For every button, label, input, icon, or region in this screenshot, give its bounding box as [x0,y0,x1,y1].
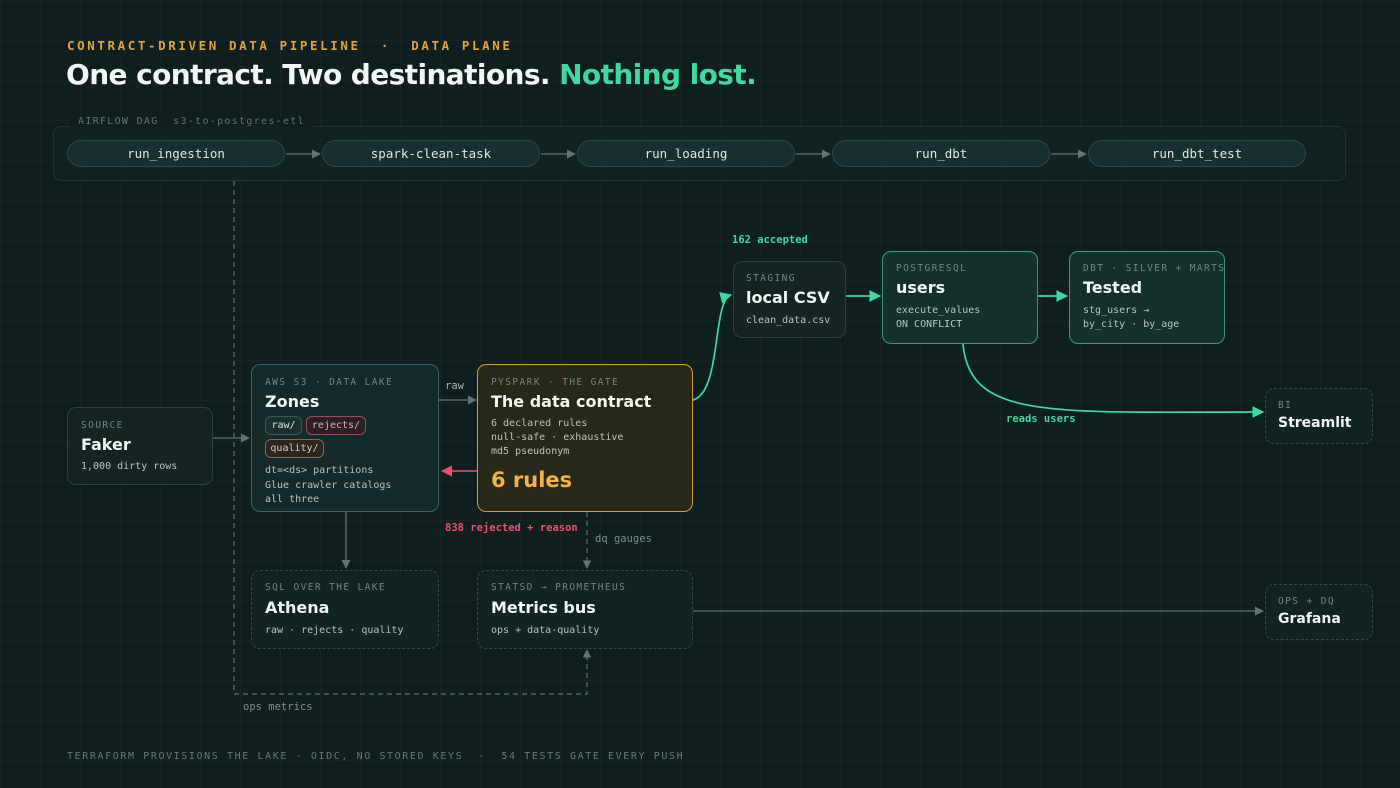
s3-desc-1: dt=<ds> partitions [265,465,374,476]
postgres-kicker: POSTGRESQL [896,263,968,274]
athena-title: Athena [265,598,330,617]
postgres-node[interactable]: POSTGRESQL users execute_values ON CONFL… [882,251,1038,344]
reads-users-label: reads users [1006,413,1076,425]
gate-desc-3: md5 pseudonym [491,446,570,457]
dbt-title: Tested [1083,278,1143,297]
dbt-desc-2: by_city · by_age [1083,319,1180,330]
s3-kicker: AWS S3 · DATA LAKE [265,377,394,388]
footer-note: TERRAFORM PROVISIONS THE LAKE · OIDC, NO… [67,751,685,762]
grafana-kicker: OPS + DQ [1278,596,1335,607]
grafana-title: Grafana [1278,611,1341,627]
dq-gauges-label: dq gauges [595,533,652,545]
s3-title: Zones [265,392,320,411]
bi-kicker: BI [1278,400,1293,411]
metrics-bus-node[interactable]: STATSD → PROMETHEUS Metrics bus ops + da… [477,570,693,649]
athena-desc: raw · rejects · quality [265,625,404,636]
staging-title: local CSV [746,288,830,307]
s3-desc-2: Glue crawler catalogs [265,480,392,491]
accepted-label: 162 accepted [732,234,808,246]
rejected-label: 838 rejected + reason [445,522,578,534]
staging-kicker: STAGING [746,273,796,284]
postgres-desc-1: execute_values [896,305,981,316]
metrics-desc: ops + data-quality [491,625,600,636]
s3-desc-3: all three [265,494,320,505]
athena-kicker: SQL OVER THE LAKE [265,582,387,593]
source-title: Faker [81,435,131,454]
raw-label: raw [445,380,464,392]
source-desc: 1,000 dirty rows [81,461,178,472]
source-node[interactable]: SOURCE Faker 1,000 dirty rows [67,407,213,485]
connector-layer [213,149,1265,695]
dbt-desc-1: stg_users → [1083,305,1150,316]
gate-title: The data contract [491,392,652,411]
grafana-node[interactable]: OPS + DQ Grafana [1265,584,1373,640]
dbt-node[interactable]: DBT · SILVER + MARTS Tested stg_users → … [1069,251,1225,344]
streamlit-node[interactable]: BI Streamlit [1265,388,1373,444]
chip-raw: raw/ [265,416,302,435]
gate-desc-1: 6 declared rules [491,418,588,429]
postgres-title: users [896,278,946,297]
staging-node[interactable]: STAGING local CSV clean_data.csv [733,261,846,338]
dbt-kicker: DBT · SILVER + MARTS [1083,263,1226,274]
staging-desc: clean_data.csv [746,315,831,326]
chip-quality: quality/ [265,439,324,458]
s3-zones-node[interactable]: AWS S3 · DATA LAKE Zones raw/ rejects/ q… [251,364,439,512]
accepted-edge [692,292,733,401]
bi-title: Streamlit [1278,415,1352,431]
source-kicker: SOURCE [81,420,124,431]
metrics-title: Metrics bus [491,598,596,617]
gate-kicker: PYSPARK · THE GATE [491,377,620,388]
athena-node[interactable]: SQL OVER THE LAKE Athena raw · rejects ·… [251,570,439,649]
ops-metrics-label: ops metrics [243,701,313,713]
gate-desc-2: null-safe · exhaustive [491,432,624,443]
chip-rejects: rejects/ [306,416,366,435]
reads-users-edge [962,343,1265,418]
rules-count: 6 rules [491,468,573,492]
metrics-kicker: STATSD → PROMETHEUS [491,582,627,593]
postgres-desc-2: ON CONFLICT [896,319,963,330]
data-contract-node[interactable]: PYSPARK · THE GATE The data contract 6 d… [477,364,693,512]
